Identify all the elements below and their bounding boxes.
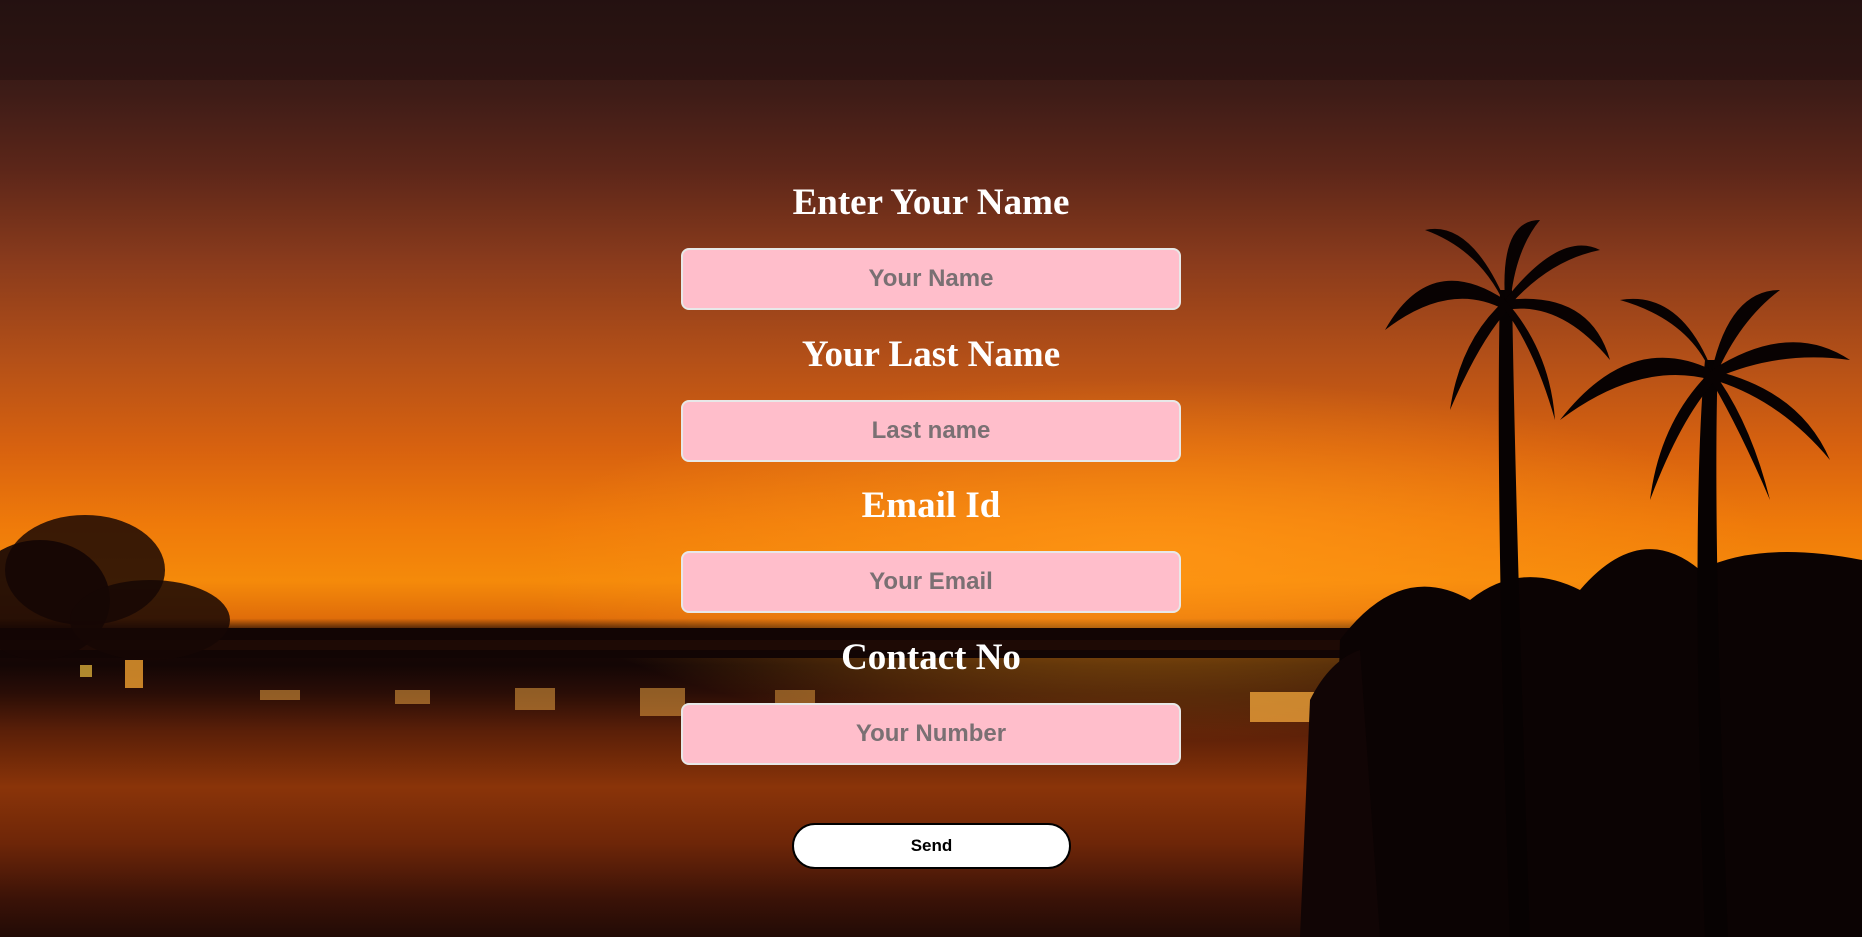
contact-number-input[interactable]: [681, 703, 1181, 765]
contact-form-page: Enter Your Name Your Last Name Email Id …: [0, 0, 1862, 938]
contact-number-label: Contact No: [841, 637, 1021, 678]
last-name-input[interactable]: [681, 400, 1181, 462]
first-name-input[interactable]: [681, 248, 1181, 310]
contact-form: Enter Your Name Your Last Name Email Id …: [0, 0, 1862, 938]
send-button[interactable]: Send: [792, 823, 1071, 869]
email-label: Email Id: [861, 485, 1001, 526]
first-name-label: Enter Your Name: [792, 182, 1070, 223]
email-input[interactable]: [681, 551, 1181, 613]
last-name-label: Your Last Name: [801, 334, 1061, 375]
